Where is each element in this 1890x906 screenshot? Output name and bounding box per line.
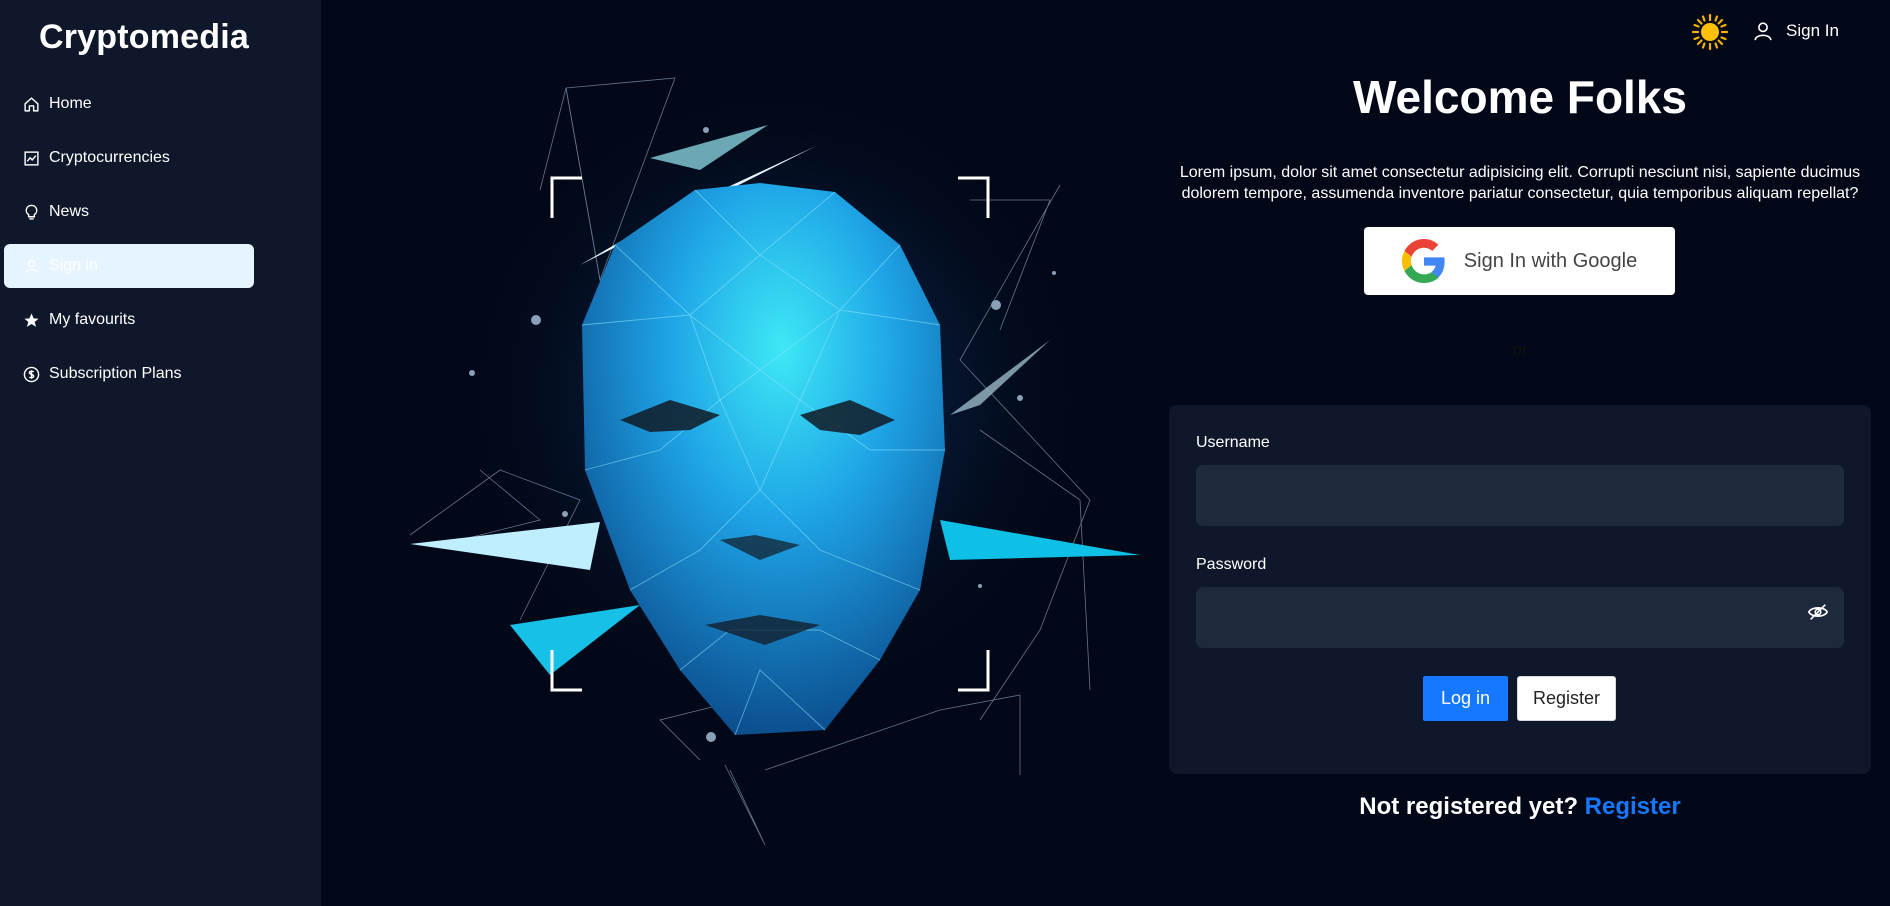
google-icon (1401, 239, 1445, 283)
sidebar-item-favourites[interactable]: My favourits (4, 298, 254, 342)
username-label: Username (1196, 434, 1270, 451)
login-form: Username Password Log in Register (1169, 405, 1871, 774)
eye-hidden-icon[interactable] (1807, 601, 1829, 623)
polygon-face-illustration (409, 77, 1140, 846)
password-label: Password (1196, 556, 1267, 573)
login-button[interactable]: Log in (1423, 676, 1508, 721)
brand-logo[interactable]: Cryptomedia (39, 18, 249, 57)
sidebar-item-label: My favourits (49, 311, 136, 328)
sidebar-nav: Home Cryptocurrencies News Sign in My fa… (4, 82, 254, 406)
sidebar-item-home[interactable]: Home (4, 82, 254, 126)
page-title: Welcome Folks (1352, 71, 1688, 123)
sidebar-item-label: Sign in (49, 257, 98, 274)
or-divider: or (1512, 340, 1528, 359)
sidebar-item-label: Subscription Plans (49, 365, 182, 382)
user-icon (21, 256, 41, 276)
sidebar-item-label: Home (49, 95, 92, 112)
password-input[interactable] (1196, 587, 1844, 648)
sidebar: Cryptomedia Home Cryptocurrencies News S… (0, 0, 321, 906)
register-prompt-text: Not registered yet? (1359, 793, 1578, 820)
sidebar-item-subscription[interactable]: Subscription Plans (4, 352, 254, 396)
header-signin-label: Sign In (1786, 21, 1839, 40)
chart-icon (21, 148, 41, 168)
register-button[interactable]: Register (1517, 676, 1616, 721)
register-prompt: Not registered yet? Register (1160, 793, 1880, 821)
theme-toggle-button[interactable] (1691, 13, 1729, 51)
sidebar-item-cryptocurrencies[interactable]: Cryptocurrencies (4, 136, 254, 180)
sidebar-item-label: Cryptocurrencies (49, 149, 170, 166)
star-icon (21, 310, 41, 330)
user-icon (1754, 22, 1772, 41)
google-signin-label: Sign In with Google (1463, 249, 1638, 272)
page-description: Lorem ipsum, dolor sit amet consectetur … (1179, 164, 1861, 202)
sidebar-item-news[interactable]: News (4, 190, 254, 234)
username-input[interactable] (1196, 465, 1844, 526)
sidebar-item-label: News (49, 203, 90, 220)
header-signin-button[interactable]: Sign In (1752, 20, 1839, 42)
home-icon (21, 94, 41, 114)
dollar-icon (21, 364, 41, 384)
sidebar-item-signin[interactable]: Sign in (4, 244, 254, 288)
bulb-icon (21, 202, 41, 222)
sun-icon (1691, 13, 1729, 51)
register-link[interactable]: Register (1585, 793, 1681, 820)
google-signin-button[interactable]: Sign In with Google (1364, 227, 1675, 295)
